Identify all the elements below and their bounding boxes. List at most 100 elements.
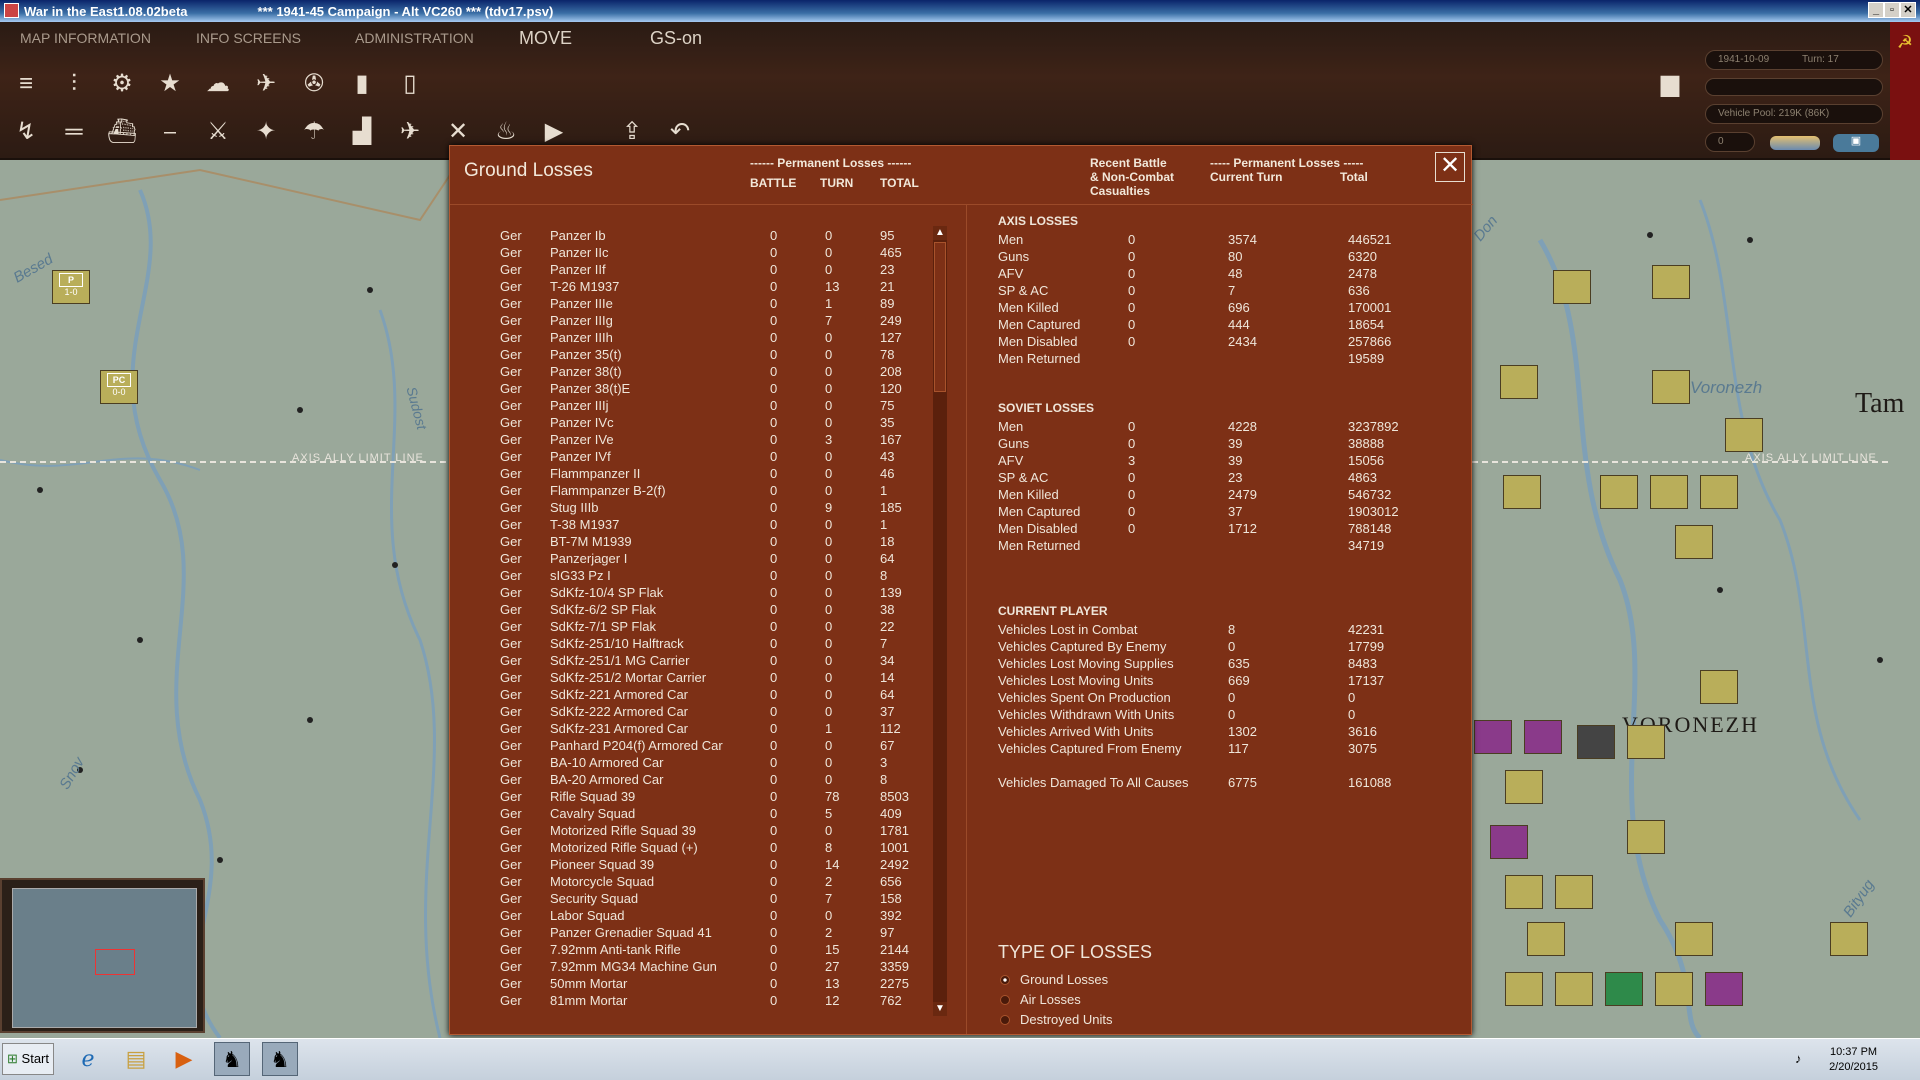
loss-row[interactable]: Ger Panzer IVf 0 0 43 [450, 449, 930, 466]
scroll-up-icon[interactable]: ▲ [933, 226, 947, 240]
loss-row[interactable]: Ger BA-10 Armored Car 0 0 3 [450, 755, 930, 772]
unit-counter[interactable] [1505, 770, 1543, 804]
internet-explorer-icon[interactable]: ℯ [70, 1042, 106, 1076]
loss-row[interactable]: Ger Labor Squad 0 0 392 [450, 908, 930, 925]
radio-ground-losses[interactable]: Ground Losses [1000, 972, 1108, 987]
loss-row[interactable]: Ger Panzer IIIe 0 1 89 [450, 296, 930, 313]
loss-row[interactable]: Ger T-26 M1937 0 13 21 [450, 279, 930, 296]
list-scrollbar[interactable]: ▲ ▼ [933, 226, 947, 1016]
loss-row[interactable]: Ger Panzer IIIj 0 0 75 [450, 398, 930, 415]
loss-row[interactable]: Ger Panzer Ib 0 0 95 [450, 228, 930, 245]
scroll-down-icon[interactable]: ▼ [933, 1002, 947, 1016]
loss-row[interactable]: Ger BT-7M M1939 0 0 18 [450, 534, 930, 551]
loss-row[interactable]: Ger SdKfz-231 Armored Car 0 1 112 [450, 721, 930, 738]
loss-row[interactable]: Ger Panzer IVe 0 3 167 [450, 432, 930, 449]
loss-row[interactable]: Ger Panzerjager I 0 0 64 [450, 551, 930, 568]
loss-row[interactable]: Ger SdKfz-7/1 SP Flak 0 0 22 [450, 619, 930, 636]
loss-row[interactable]: Ger SdKfz-6/2 SP Flak 0 0 38 [450, 602, 930, 619]
loss-row[interactable]: Ger Flammpanzer II 0 0 46 [450, 466, 930, 483]
loss-row[interactable]: Ger 50mm Mortar 0 13 2275 [450, 976, 930, 993]
unit-counter[interactable] [1553, 270, 1591, 304]
unit-counter[interactable] [1555, 972, 1593, 1006]
loss-row[interactable]: Ger Panzer 38(t) 0 0 208 [450, 364, 930, 381]
loss-row[interactable]: Ger SdKfz-221 Armored Car 0 0 64 [450, 687, 930, 704]
close-window-button[interactable]: ✕ [1900, 2, 1916, 18]
train-icon[interactable]: ═ [54, 112, 94, 152]
unit-counter[interactable] [1503, 475, 1541, 509]
menu-info-screens[interactable]: INFO SCREENS [196, 30, 301, 46]
unit-counter[interactable] [1725, 418, 1763, 452]
minimap-view[interactable] [12, 888, 197, 1028]
unit-counter[interactable] [1652, 265, 1690, 299]
menu-administration[interactable]: ADMINISTRATION [355, 30, 474, 46]
weather-icon[interactable]: ☁ [198, 64, 238, 104]
loss-row[interactable]: Ger Panzer IIIg 0 7 249 [450, 313, 930, 330]
loss-row[interactable]: Ger Stug IIIb 0 9 185 [450, 500, 930, 517]
ship-icon[interactable]: ⛴ [102, 112, 142, 152]
loss-row[interactable]: Ger Security Squad 0 7 158 [450, 891, 930, 908]
game-app-icon[interactable]: ♞ [262, 1042, 298, 1076]
loss-row[interactable]: Ger Panzer IIIh 0 0 127 [450, 330, 930, 347]
units-icon[interactable]: ⫶ [54, 64, 94, 104]
unit-counter[interactable] [1500, 365, 1538, 399]
unit-counter[interactable] [1675, 922, 1713, 956]
supply-icon[interactable]: ▮ [342, 64, 382, 104]
loss-row[interactable]: Ger SdKfz-10/4 SP Flak 0 0 139 [450, 585, 930, 602]
unit-counter[interactable] [1655, 972, 1693, 1006]
loss-row[interactable]: Ger SdKfz-222 Armored Car 0 0 37 [450, 704, 930, 721]
loss-row[interactable]: Ger SdKfz-251/1 MG Carrier 0 0 34 [450, 653, 930, 670]
minimap-viewport[interactable] [95, 949, 135, 975]
menu-move[interactable]: MOVE [519, 28, 572, 49]
unit-counter[interactable] [1700, 670, 1738, 704]
unit-counter[interactable] [1474, 720, 1512, 754]
loss-row[interactable]: Ger Pioneer Squad 39 0 14 2492 [450, 857, 930, 874]
unit-counter[interactable] [1652, 370, 1690, 404]
unit-counter[interactable] [1605, 972, 1643, 1006]
unit-counter[interactable] [1650, 475, 1688, 509]
menu-map-information[interactable]: MAP INFORMATION [20, 30, 151, 46]
rail-icon[interactable]: ✇ [294, 64, 334, 104]
stack-icon[interactable]: ≡ [6, 64, 46, 104]
unit-counter[interactable] [1577, 725, 1615, 759]
unit-counter[interactable] [1700, 475, 1738, 509]
loss-row[interactable]: Ger T-38 M1937 0 0 1 [450, 517, 930, 534]
loss-row[interactable]: Ger Panhard P204(f) Armored Car 0 0 67 [450, 738, 930, 755]
loss-row[interactable]: Ger Panzer 38(t)E 0 0 120 [450, 381, 930, 398]
loss-row[interactable]: Ger Panzer Grenadier Squad 41 0 2 97 [450, 925, 930, 942]
city-icon[interactable]: ▟ [342, 112, 382, 152]
unit-counter[interactable] [1627, 820, 1665, 854]
star-icon[interactable]: ★ [150, 64, 190, 104]
loss-row[interactable]: Ger SdKfz-251/10 Halftrack 0 0 7 [450, 636, 930, 653]
chart-icon[interactable]: ▆ [1650, 64, 1690, 104]
menu-gs-on[interactable]: GS-on [650, 28, 702, 49]
folder-icon[interactable]: ▤ [118, 1042, 154, 1076]
close-dialog-button[interactable]: ✕ [1435, 152, 1465, 182]
gear-icon[interactable]: ⚙ [102, 64, 142, 104]
loss-row[interactable]: Ger Motorized Rifle Squad (+) 0 8 1001 [450, 840, 930, 857]
scroll-thumb[interactable] [934, 242, 946, 392]
loss-row[interactable]: Ger Panzer IIf 0 0 23 [450, 262, 930, 279]
bomb-icon[interactable]: ✦ [246, 112, 286, 152]
unit-counter[interactable] [1524, 720, 1562, 754]
unit-counter[interactable] [1705, 972, 1743, 1006]
speaker-icon[interactable]: ♪ [1795, 1051, 1802, 1066]
minimap[interactable] [0, 878, 205, 1033]
unit-counter[interactable] [1490, 825, 1528, 859]
recon-icon[interactable]: ✈ [390, 112, 430, 152]
unit-counter[interactable] [1600, 475, 1638, 509]
unit-counter[interactable]: P 1-0 [52, 270, 90, 304]
maximize-button[interactable]: ▫ [1884, 2, 1900, 18]
toggle-button[interactable]: ▣ [1833, 134, 1879, 152]
radio-air-losses[interactable]: Air Losses [1000, 992, 1081, 1007]
loss-row[interactable]: Ger 7.92mm Anti-tank Rifle 0 15 2144 [450, 942, 930, 959]
unit-counter[interactable] [1505, 875, 1543, 909]
loss-row[interactable]: Ger SdKfz-251/2 Mortar Carrier 0 0 14 [450, 670, 930, 687]
loss-row[interactable]: Ger Panzer 35(t) 0 0 78 [450, 347, 930, 364]
system-clock[interactable]: 10:37 PM 2/20/2015 [1829, 1045, 1878, 1075]
move-icon[interactable]: ↯ [6, 112, 46, 152]
air-icon[interactable]: ✈ [246, 64, 286, 104]
loss-row[interactable]: Ger Motorized Rifle Squad 39 0 0 1781 [450, 823, 930, 840]
unit-counter[interactable]: PC 0-0 [100, 370, 138, 404]
loss-row[interactable]: Ger Rifle Squad 39 0 78 8503 [450, 789, 930, 806]
loss-row[interactable]: Ger sIG33 Pz I 0 0 8 [450, 568, 930, 585]
